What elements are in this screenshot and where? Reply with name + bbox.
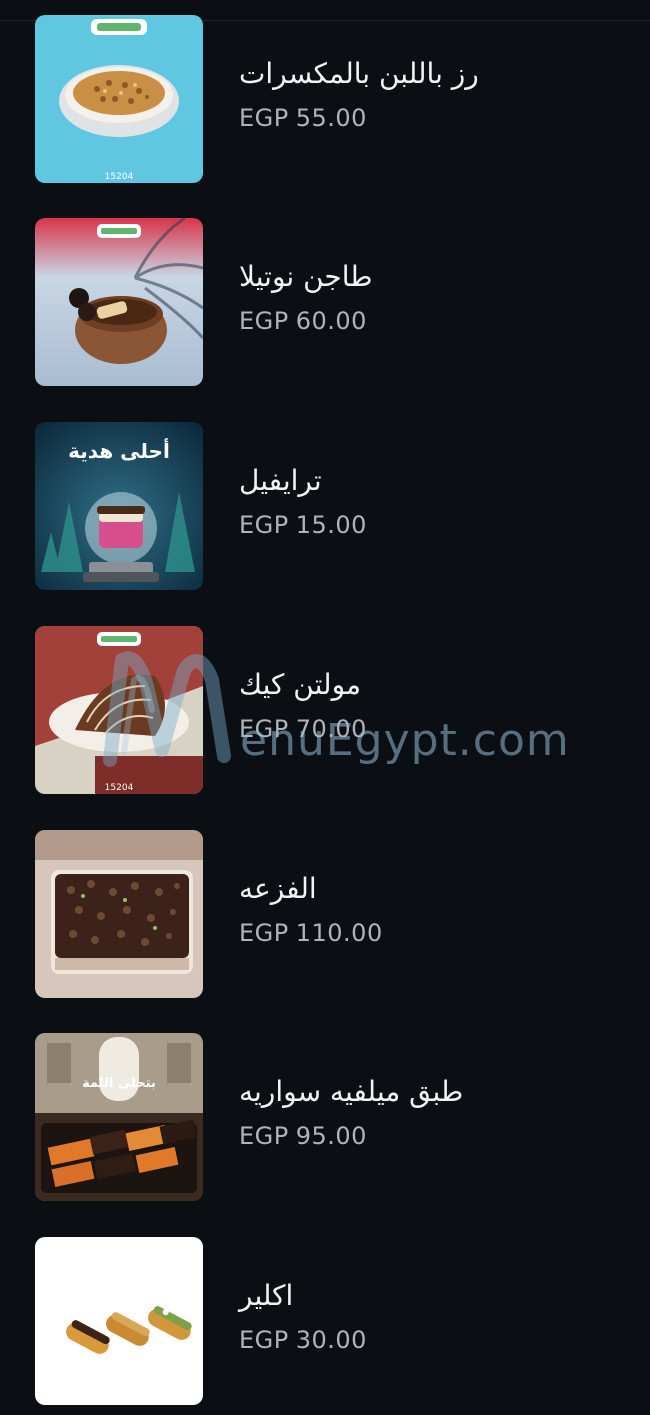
- price-currency: EGP: [239, 1326, 289, 1354]
- item-name: اكلير: [239, 1279, 294, 1312]
- menu-item-rice-pudding[interactable]: 15204 رز باللبن بالمكسرات EGP 55.00: [0, 15, 650, 183]
- thumbnail-headline: أحلى هدية: [68, 437, 170, 463]
- menu-item-alfazaa[interactable]: الفزعه EGP 110.00: [0, 830, 650, 998]
- alfazaa-thumbnail[interactable]: [35, 830, 203, 998]
- alfazaa-image: [35, 830, 203, 998]
- nutella-tagine-thumbnail[interactable]: [35, 218, 203, 386]
- eclair-image: [35, 1237, 203, 1405]
- menu-item-nutella-tagine[interactable]: طاجن نوتيلا EGP 60.00: [0, 218, 650, 386]
- menu-item-millefeuille-platter[interactable]: بتحلى اللمة طبق ميلفيه سواريه EGP 95.00: [0, 1033, 650, 1201]
- menu-item-molten-cake[interactable]: 15204 مولتن كيك EGP 70.00: [0, 626, 650, 794]
- price-currency: EGP: [239, 104, 289, 132]
- item-name: مولتن كيك: [239, 668, 362, 701]
- item-price: EGP 70.00: [239, 714, 367, 744]
- millefeuille-thumbnail[interactable]: بتحلى اللمة: [35, 1033, 203, 1201]
- rice-pudding-image: 15204: [35, 15, 203, 183]
- price-amount: 55.00: [295, 104, 367, 132]
- item-price: EGP 95.00: [239, 1121, 367, 1151]
- price-currency: EGP: [239, 715, 289, 743]
- molten-cake-thumbnail[interactable]: 15204: [35, 626, 203, 794]
- item-name: ترايفيل: [239, 464, 322, 497]
- item-name: طاجن نوتيلا: [239, 260, 373, 293]
- item-name: الفزعه: [239, 872, 317, 905]
- item-price: EGP 15.00: [239, 510, 367, 540]
- item-name: رز باللبن بالمكسرات: [239, 57, 479, 90]
- menu-item-eclair[interactable]: اكلير EGP 30.00: [0, 1237, 650, 1405]
- price-amount: 60.00: [295, 307, 367, 335]
- menu-list: 15204 رز باللبن بالمكسرات EGP 55.00 طاجن…: [0, 0, 650, 1415]
- price-currency: EGP: [239, 919, 289, 947]
- eclair-thumbnail[interactable]: [35, 1237, 203, 1405]
- nutella-tagine-image: [35, 218, 203, 386]
- price-currency: EGP: [239, 307, 289, 335]
- millefeuille-image: بتحلى اللمة: [35, 1033, 203, 1201]
- item-price: EGP 60.00: [239, 306, 367, 336]
- item-price: EGP 110.00: [239, 918, 383, 948]
- price-currency: EGP: [239, 511, 289, 539]
- price-amount: 30.00: [295, 1326, 367, 1354]
- molten-cake-image: 15204: [35, 626, 203, 794]
- item-name: طبق ميلفيه سواريه: [239, 1075, 464, 1108]
- thumbnail-code: 15204: [105, 783, 134, 793]
- price-currency: EGP: [239, 1122, 289, 1150]
- price-amount: 15.00: [295, 511, 367, 539]
- price-amount: 110.00: [295, 919, 383, 947]
- thumbnail-code: 15204: [105, 172, 134, 182]
- item-price: EGP 55.00: [239, 103, 367, 133]
- trifle-image: أحلى هدية: [35, 422, 203, 590]
- trifle-thumbnail[interactable]: أحلى هدية: [35, 422, 203, 590]
- item-price: EGP 30.00: [239, 1325, 367, 1355]
- menu-page: 15204 رز باللبن بالمكسرات EGP 55.00 طاجن…: [0, 0, 650, 1415]
- thumbnail-headline: بتحلى اللمة: [82, 1076, 156, 1091]
- price-amount: 70.00: [295, 715, 367, 743]
- menu-item-trifle[interactable]: أحلى هدية ترايفيل EGP 15.00: [0, 422, 650, 590]
- price-amount: 95.00: [295, 1122, 367, 1150]
- rice-pudding-thumbnail[interactable]: 15204: [35, 15, 203, 183]
